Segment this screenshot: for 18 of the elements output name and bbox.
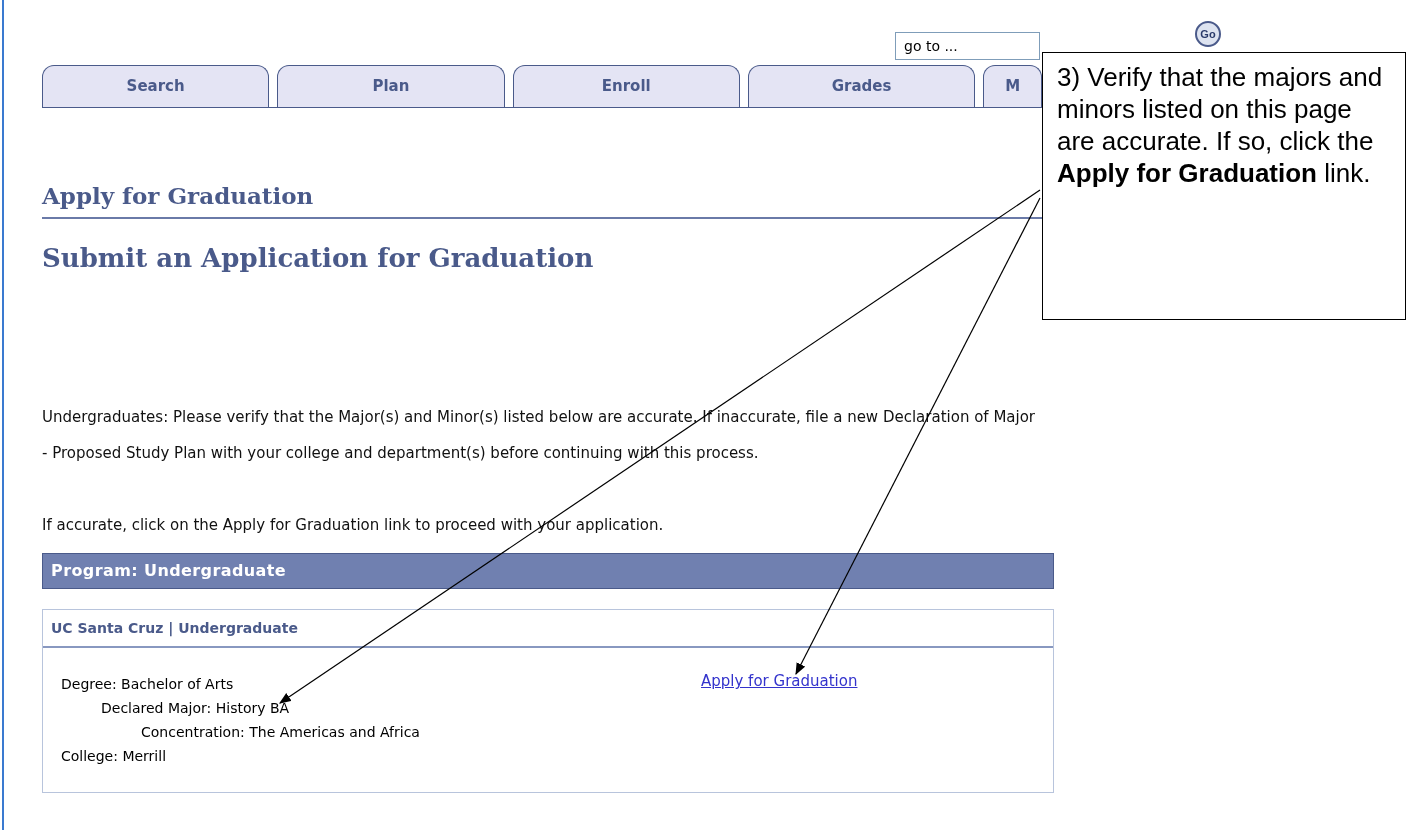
card-title: UC Santa Cruz | Undergraduate: [51, 618, 298, 639]
goto-dropdown[interactable]: go to ...: [895, 32, 1040, 60]
go-button[interactable]: Go: [1195, 21, 1221, 47]
program-header: Program: Undergraduate: [42, 553, 1054, 589]
tab[interactable]: Search: [42, 65, 270, 107]
tab[interactable]: Plan: [277, 65, 505, 107]
detail-line: Declared Major: History BA: [100, 699, 290, 718]
detail-line: Concentration: The Americas and Africa: [140, 723, 420, 742]
callout-box: 3) Verify that the majors and minors listed on this page are accurate. If so, click the Apply for Graduation link.: [1042, 52, 1406, 320]
detail-line: Degree: Bachelor of Arts: [61, 675, 234, 694]
apply-link[interactable]: Apply for Graduation: [701, 670, 858, 768]
instruction-text: If accurate, click on the Apply for Graduation link to proceed with your application.: [42, 515, 665, 536]
detail-line: College: Merrill: [61, 747, 167, 766]
page-title: Apply for Graduation: [42, 181, 315, 211]
tab[interactable]: Enroll: [512, 65, 740, 107]
subtitle: Submit an Application for Graduation: [42, 242, 595, 275]
tab[interactable]: Grades: [747, 65, 976, 107]
tab[interactable]: M: [983, 65, 1042, 107]
